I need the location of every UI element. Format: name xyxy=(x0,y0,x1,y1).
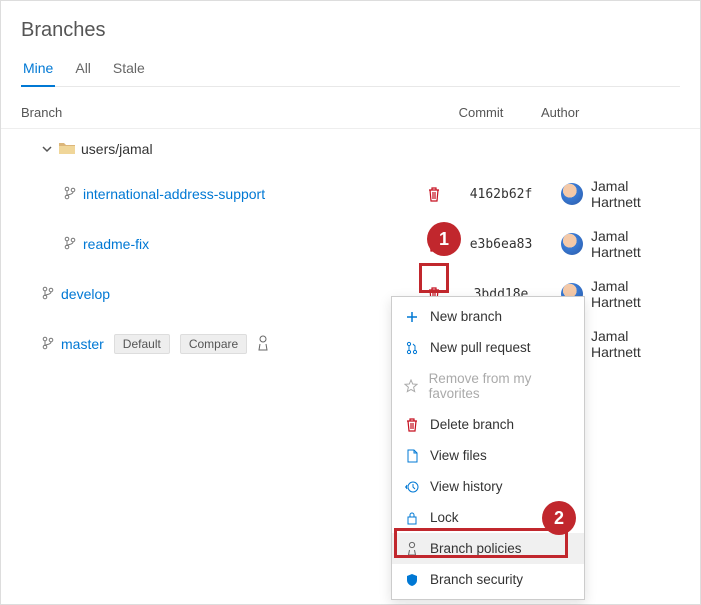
context-menu: New branch New pull request Remove from … xyxy=(391,296,585,600)
menu-label: Branch security xyxy=(430,572,523,587)
tabs: Mine All Stale xyxy=(21,56,680,87)
folder-icon xyxy=(59,141,75,158)
delete-icon xyxy=(404,418,420,432)
delete-icon[interactable] xyxy=(427,186,441,202)
branch-icon xyxy=(63,186,77,203)
menu-label: Remove from my favorites xyxy=(429,371,572,401)
column-headers: Branch Commit Author xyxy=(1,97,700,129)
branch-name[interactable]: master xyxy=(61,336,104,352)
tab-stale[interactable]: Stale xyxy=(111,56,147,86)
menu-label: View history xyxy=(430,479,503,494)
avatar xyxy=(561,233,583,255)
folder-name: users/jamal xyxy=(81,141,153,157)
avatar xyxy=(561,183,583,205)
delete-icon[interactable] xyxy=(427,236,441,252)
tab-all[interactable]: All xyxy=(73,56,93,86)
default-badge: Default xyxy=(114,334,170,354)
commit-hash[interactable]: e3b6ea83 xyxy=(441,237,561,252)
branch-name[interactable]: international-address-support xyxy=(83,186,265,202)
menu-label: Branch policies xyxy=(430,541,522,556)
column-author[interactable]: Author xyxy=(541,105,680,120)
menu-branch-security[interactable]: Branch security xyxy=(392,564,584,595)
pull-request-icon xyxy=(404,341,420,355)
menu-view-history[interactable]: View history xyxy=(392,471,584,502)
file-icon xyxy=(404,449,420,463)
branch-icon xyxy=(41,336,55,353)
menu-lock[interactable]: Lock xyxy=(392,502,584,533)
history-icon xyxy=(404,480,420,494)
menu-label: View files xyxy=(430,448,487,463)
menu-new-branch[interactable]: New branch xyxy=(392,301,584,332)
branch-row-master[interactable]: master Default Compare 4162b62f Jamal Ha… xyxy=(1,319,700,369)
compare-badge: Compare xyxy=(180,334,247,354)
lock-icon xyxy=(404,511,420,525)
author-name: Jamal Hartnett xyxy=(591,178,680,210)
chevron-down-icon xyxy=(41,143,53,155)
branch-icon xyxy=(63,236,77,253)
author-name: Jamal Hartnett xyxy=(591,278,680,310)
menu-branch-policies[interactable]: Branch policies xyxy=(392,533,584,564)
menu-new-pull-request[interactable]: New pull request xyxy=(392,332,584,363)
tab-mine[interactable]: Mine xyxy=(21,56,55,86)
policy-icon xyxy=(257,335,269,354)
author-name: Jamal Hartnett xyxy=(591,228,680,260)
menu-label: Delete branch xyxy=(430,417,514,432)
policy-icon xyxy=(404,541,420,556)
branch-row-intl[interactable]: international-address-support 4162b62f J… xyxy=(1,169,700,219)
column-commit[interactable]: Commit xyxy=(421,105,541,120)
branch-row-readme[interactable]: readme-fix e3b6ea83 Jamal Hartnett xyxy=(1,219,700,269)
branch-name[interactable]: readme-fix xyxy=(83,236,149,252)
star-outline-icon xyxy=(404,379,419,393)
folder-row[interactable]: users/jamal xyxy=(1,129,700,169)
menu-view-files[interactable]: View files xyxy=(392,440,584,471)
branch-icon xyxy=(41,286,55,303)
menu-label: New branch xyxy=(430,309,502,324)
commit-hash[interactable]: 4162b62f xyxy=(441,187,561,202)
branch-row-develop[interactable]: develop 3bdd18e Jamal Hartnett xyxy=(1,269,700,319)
column-branch[interactable]: Branch xyxy=(21,105,421,120)
plus-icon xyxy=(404,311,420,323)
menu-remove-favorite: Remove from my favorites xyxy=(392,363,584,409)
page-title: Branches xyxy=(21,19,680,42)
menu-label: New pull request xyxy=(430,340,531,355)
menu-label: Lock xyxy=(430,510,459,525)
branch-name[interactable]: develop xyxy=(61,286,110,302)
author-name: Jamal Hartnett xyxy=(591,328,680,360)
shield-icon xyxy=(404,573,420,587)
menu-delete-branch[interactable]: Delete branch xyxy=(392,409,584,440)
